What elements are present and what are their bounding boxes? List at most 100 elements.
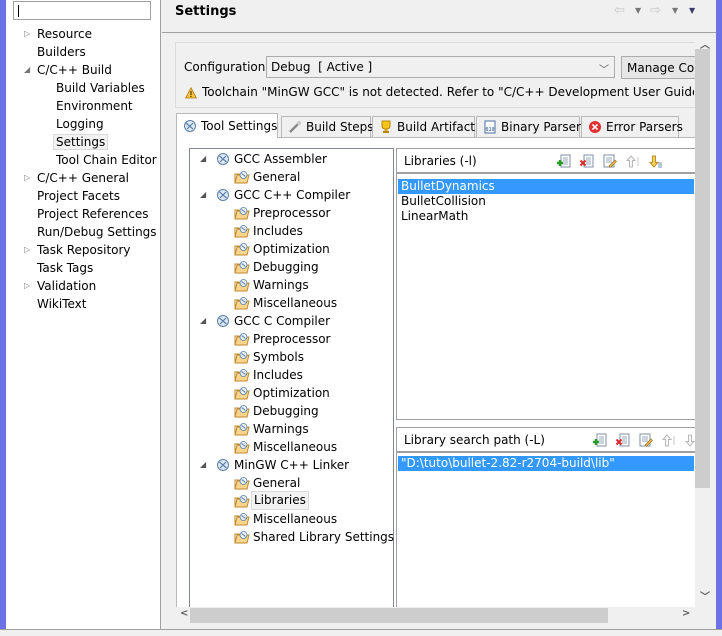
tree-item-label: Debugging <box>253 404 319 418</box>
nav-item-settings[interactable]: Settings <box>53 133 109 151</box>
nav-item-wikitext[interactable]: WikiText <box>37 295 87 313</box>
toolchain-warning: Toolchain "MinGW GCC" is not detected. R… <box>202 85 694 99</box>
nav-item-c-c-general[interactable]: ▷ C/C++ General <box>24 169 130 187</box>
option-category-icon <box>234 422 250 436</box>
libraries-edit-icon[interactable] <box>602 154 617 169</box>
tool-icon <box>215 152 231 166</box>
libraries-delete-icon[interactable] <box>579 154 594 169</box>
scroll-down-icon[interactable]: ﹀ <box>700 588 710 603</box>
tab-tool-settings[interactable]: Tool Settings <box>176 113 279 138</box>
filter-input[interactable] <box>13 1 151 20</box>
expand-icon[interactable]: ▷ <box>24 25 34 43</box>
back-arrow-icon[interactable]: ⇦ <box>614 3 625 18</box>
library-path-delete-icon[interactable] <box>615 433 630 448</box>
nav-item-logging[interactable]: Logging <box>56 115 104 133</box>
manage-configurations-button[interactable]: Manage Cor <box>621 56 701 79</box>
binary-parsers-icon: 010 <box>484 120 496 134</box>
libraries-move-up-icon[interactable] <box>625 154 640 169</box>
configuration-select[interactable]: Debug [ Active ] ﹀ <box>266 56 615 78</box>
back-menu-icon[interactable]: ▼ <box>635 6 641 15</box>
library-list-item[interactable]: BulletCollision <box>398 194 694 209</box>
option-category-icon <box>234 368 250 382</box>
collapse-icon[interactable]: ◢ <box>200 150 206 168</box>
libraries-panel: Libraries (-l) BulletDynamics BulletColli… <box>396 148 695 420</box>
tool-icon <box>215 458 231 472</box>
nav-item-resource[interactable]: ▷ Resource <box>24 25 92 43</box>
vertical-scroll-thumb[interactable] <box>695 49 710 488</box>
collapse-icon[interactable]: ◢ <box>200 312 206 330</box>
tab-build-steps[interactable]: Build Steps <box>281 116 374 137</box>
tree-item-label: Warnings <box>253 278 309 292</box>
scroll-right-icon[interactable]: > <box>682 608 690 619</box>
library-search-path-header: Library search path (-L) <box>397 428 698 453</box>
library-path-list-item[interactable]: "D:\tuto\bullet-2.82-r2704-build\lib" <box>398 456 694 471</box>
option-category-icon <box>234 386 250 400</box>
nav-item-builders[interactable]: Builders <box>37 43 86 61</box>
window-edge-right <box>716 0 722 636</box>
option-category-icon <box>234 206 250 220</box>
expand-icon[interactable]: ▷ <box>24 169 34 187</box>
nav-item-label: Run/Debug Settings <box>37 225 157 239</box>
nav-item-tool-chain-editor[interactable]: Tool Chain Editor <box>56 151 157 169</box>
libraries-move-down-icon[interactable] <box>648 154 663 169</box>
page-title: Settings <box>175 4 237 19</box>
tool-icon <box>215 314 231 328</box>
nav-item-label: Build Variables <box>56 81 145 95</box>
build-steps-icon <box>289 121 301 133</box>
tab-label: Build Artifact <box>397 120 475 134</box>
tree-item-label: GCC C Compiler <box>234 314 331 328</box>
library-path-edit-icon[interactable] <box>638 433 653 448</box>
nav-item-label: Builders <box>37 45 86 59</box>
tab-label: Build Steps <box>306 120 374 134</box>
option-category-icon <box>234 512 250 526</box>
forward-menu-icon[interactable]: ▼ <box>672 6 678 15</box>
text-caret <box>18 5 19 17</box>
tab-binary-parsers[interactable]: 010 Binary Parsers <box>476 116 587 137</box>
forward-arrow-icon[interactable]: ⇨ <box>650 3 661 18</box>
nav-item-label: Environment <box>56 99 133 113</box>
tree-item-label: Miscellaneous <box>253 440 338 454</box>
scroll-left-icon[interactable]: < <box>180 608 188 619</box>
configuration-label: Configuration: <box>184 60 270 74</box>
nav-item-task-repository[interactable]: ▷ Task Repository <box>24 241 131 259</box>
chevron-down-icon: ﹀ <box>599 65 609 76</box>
nav-item-task-tags[interactable]: Task Tags <box>37 259 93 277</box>
expand-icon[interactable]: ▷ <box>24 277 34 295</box>
nav-item-project-references[interactable]: Project References <box>37 205 149 223</box>
tab-build-artifact[interactable]: Build Artifact <box>372 116 475 137</box>
tree-item-label: Warnings <box>253 422 309 436</box>
tab-error-parsers[interactable]: Error Parsers <box>581 116 683 137</box>
tree-item-label: Optimization <box>253 386 330 400</box>
view-menu-icon[interactable]: ▼ <box>689 6 695 15</box>
nav-item-environment[interactable]: Environment <box>56 97 133 115</box>
build-artifact-icon <box>381 120 391 133</box>
nav-item-label: Project Facets <box>37 189 120 203</box>
tree-item-label: Miscellaneous <box>253 512 338 526</box>
nav-item-run-debug-settings[interactable]: Run/Debug Settings <box>37 223 157 241</box>
library-list-item[interactable]: LinearMath <box>398 209 694 224</box>
option-category-icon <box>234 242 250 256</box>
tab-label: Error Parsers <box>606 120 683 134</box>
nav-item-label: Validation <box>37 279 97 293</box>
collapse-icon[interactable]: ◢ <box>200 186 206 204</box>
library-search-path-label: Library search path (-L) <box>404 433 545 447</box>
tree-item-label: Miscellaneous <box>253 296 338 310</box>
horizontal-scroll-thumb[interactable] <box>190 608 608 623</box>
svg-text:010: 010 <box>486 127 495 133</box>
library-path-add-icon[interactable] <box>592 433 607 448</box>
page-header: Settings ⇦ ▼ ⇨ ▼ ▼ <box>162 0 716 33</box>
nav-item-label: C/C++ General <box>37 171 130 185</box>
nav-item-validation[interactable]: ▷ Validation <box>24 277 97 295</box>
library-list-item[interactable]: BulletDynamics <box>398 179 694 194</box>
nav-item-project-facets[interactable]: Project Facets <box>37 187 120 205</box>
tree-item-label: Includes <box>253 368 303 382</box>
tree-item-label: Optimization <box>253 242 330 256</box>
expand-icon[interactable]: ▷ <box>24 241 34 259</box>
library-path-move-up-icon[interactable] <box>661 433 676 448</box>
nav-item-c-c-build[interactable]: ◢ C/C++ Build <box>24 61 112 79</box>
collapse-icon[interactable]: ◢ <box>200 456 206 474</box>
collapse-icon[interactable]: ◢ <box>24 61 34 79</box>
libraries-add-icon[interactable] <box>556 154 571 169</box>
option-category-icon <box>234 494 250 508</box>
nav-item-build-variables[interactable]: Build Variables <box>56 79 145 97</box>
